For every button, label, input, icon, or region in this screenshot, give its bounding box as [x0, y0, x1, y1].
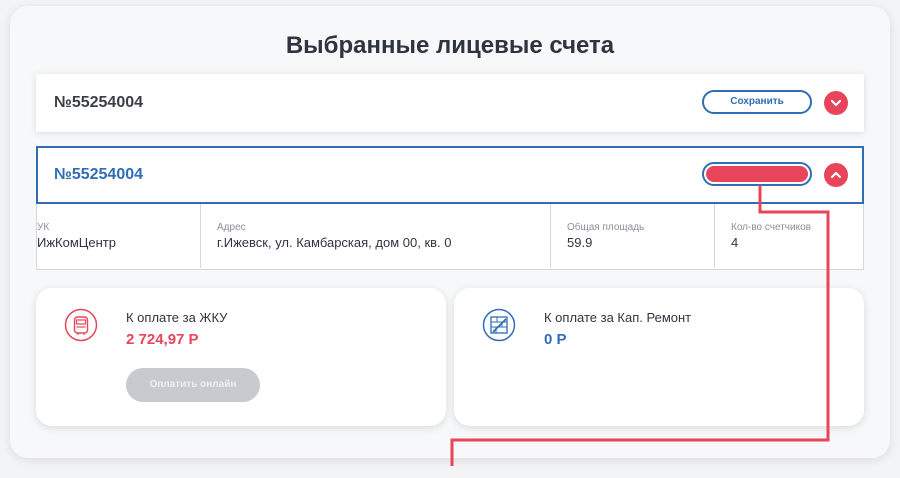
annotation-connector-line [450, 185, 830, 466]
